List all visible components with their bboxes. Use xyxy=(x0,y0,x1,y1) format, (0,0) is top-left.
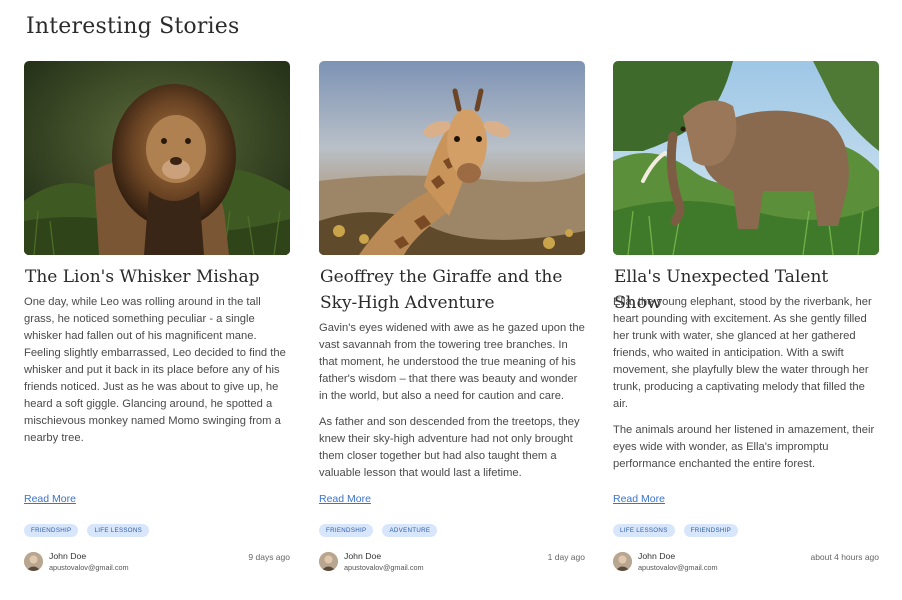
read-more-link[interactable]: Read More xyxy=(613,493,665,505)
author-name: John Doe xyxy=(344,551,382,561)
tag-badge[interactable]: LIFE LESSONS xyxy=(613,524,675,537)
author-email: apustovalov@gmail.com xyxy=(638,563,718,572)
giraffe-photo[interactable] xyxy=(319,61,585,255)
tag-list: FRIENDSHIP ADVENTURE xyxy=(319,524,438,537)
avatar xyxy=(613,552,632,571)
tag-badge[interactable]: FRIENDSHIP xyxy=(683,524,739,537)
post-time: 9 days ago xyxy=(248,552,290,562)
card-paragraph: Ella, the young elephant, stood by the r… xyxy=(613,296,872,410)
avatar xyxy=(319,552,338,571)
card-paragraph: One day, while Leo was rolling around in… xyxy=(24,296,286,444)
author-block: John Doe apustovalov@gmail.com about 4 h… xyxy=(613,551,879,573)
tag-list: LIFE LESSONS FRIENDSHIP xyxy=(613,524,739,537)
card-paragraph: As father and son descended from the tre… xyxy=(319,416,580,479)
post-time: 1 day ago xyxy=(547,552,585,562)
author-email: apustovalov@gmail.com xyxy=(49,563,129,572)
author-block: John Doe apustovalov@gmail.com 9 days ag… xyxy=(24,551,290,573)
story-card: The Lion's Whisker Mishap One day, while… xyxy=(24,61,290,591)
page-title: Interesting Stories xyxy=(26,14,240,39)
tag-badge[interactable]: ADVENTURE xyxy=(382,524,438,537)
author-email: apustovalov@gmail.com xyxy=(344,563,424,572)
elephant-photo[interactable] xyxy=(613,61,879,255)
card-paragraph: The animals around her listened in amaze… xyxy=(613,424,875,470)
post-time: about 4 hours ago xyxy=(810,552,879,562)
author-name: John Doe xyxy=(49,551,87,561)
card-paragraph: Gavin's eyes widened with awe as he gaze… xyxy=(319,322,585,402)
author-name: John Doe xyxy=(638,551,676,561)
tag-badge[interactable]: LIFE LESSONS xyxy=(87,524,150,537)
tag-list: FRIENDSHIP LIFE LESSONS xyxy=(24,524,150,537)
read-more-link[interactable]: Read More xyxy=(24,493,76,505)
card-body: Ella, the young elephant, stood by the r… xyxy=(613,294,879,482)
author-block: John Doe apustovalov@gmail.com 1 day ago xyxy=(319,551,585,573)
story-card: Geoffrey the Giraffe and the Sky-High Ad… xyxy=(319,61,585,591)
tag-badge[interactable]: FRIENDSHIP xyxy=(319,524,374,537)
card-title: The Lion's Whisker Mishap xyxy=(25,267,260,287)
card-title: Geoffrey the Giraffe and the Sky-High Ad… xyxy=(320,267,563,313)
card-body: Gavin's eyes widened with awe as he gaze… xyxy=(319,320,585,491)
story-card: Ella's Unexpected Talent Show Ella, the … xyxy=(613,61,879,591)
read-more-link[interactable]: Read More xyxy=(319,493,371,505)
tag-badge[interactable]: FRIENDSHIP xyxy=(24,524,79,537)
card-body: One day, while Leo was rolling around in… xyxy=(24,294,290,456)
avatar xyxy=(24,552,43,571)
lion-photo[interactable] xyxy=(24,61,290,255)
